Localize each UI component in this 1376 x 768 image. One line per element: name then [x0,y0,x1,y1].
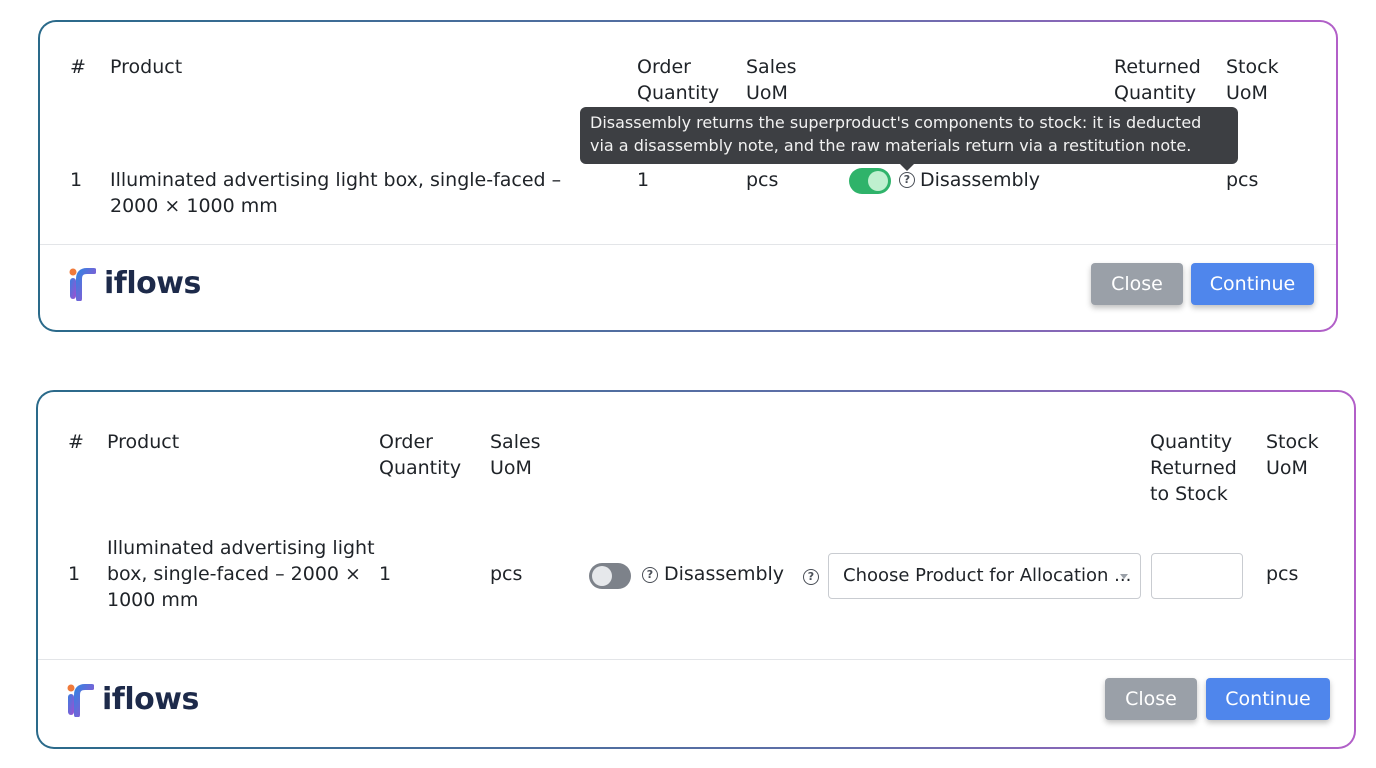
product-name: Illuminated advertising light box, singl… [110,169,562,217]
help-circle-icon[interactable]: ? [899,172,915,188]
row-number: 1 [70,169,83,191]
iflows-logo: iflows [66,682,199,717]
disassembly-toggle[interactable] [589,563,631,589]
column-header-product: Product [110,56,183,78]
product-name: Illuminated advertising light box, singl… [107,537,375,611]
help-circle-icon[interactable]: ? [642,567,658,583]
toggle-knob [868,171,888,191]
tooltip-arrow [900,164,914,171]
stock-uom-value: pcs [1226,169,1259,191]
disassembly-tooltip: Disassembly returns the superproduct's c… [580,107,1238,171]
disassembly-dialog-enabled: # Product Order Quantity Sales UoM Retur… [38,20,1338,332]
allocation-product-select[interactable]: Choose Product for Allocation ... [828,553,1141,599]
continue-button[interactable]: Continue [1206,678,1330,720]
column-header-stock-uom: Stock UoM [1266,431,1319,479]
allocation-help-icon[interactable]: ? [803,569,819,585]
column-header-returned-quantity: Returned Quantity [1114,56,1201,104]
row-number: 1 [68,563,81,585]
brand-name: iflows [102,682,199,717]
close-button[interactable]: Close [1091,263,1183,305]
column-header-stock-uom: Stock UoM [1226,56,1279,104]
stock-uom-value: pcs [1266,563,1299,585]
allocation-placeholder: Choose Product for Allocation ... [843,565,1132,586]
quantity-returned-input[interactable] [1151,553,1243,599]
column-header-number: # [68,431,84,453]
tooltip-text: Disassembly returns the superproduct's c… [590,113,1202,155]
footer-divider [40,244,1336,245]
column-header-number: # [70,56,86,78]
sales-uom-value: pcs [746,169,779,191]
brand-name: iflows [104,266,201,301]
iflows-logo-icon [67,683,94,717]
close-button[interactable]: Close [1105,678,1197,720]
chevron-down-icon [1120,574,1128,579]
disassembly-toggle[interactable] [849,168,891,194]
footer-divider [38,659,1354,660]
column-header-sales-uom: Sales UoM [746,56,797,104]
iflows-logo-icon [69,267,96,301]
order-quantity-value: 1 [379,563,392,585]
disassembly-label: Disassembly [920,169,1041,191]
sales-uom-value: pcs [490,563,523,585]
disassembly-dialog-disabled: # Product Order Quantity Sales UoM Quant… [36,390,1356,749]
iflows-logo: iflows [68,266,201,301]
toggle-knob [592,566,612,586]
disassembly-label: Disassembly [664,563,785,585]
column-header-order-quantity: Order Quantity [637,56,720,104]
order-quantity-value: 1 [637,169,650,191]
column-header-sales-uom: Sales UoM [490,431,541,479]
column-header-order-quantity: Order Quantity [379,431,462,479]
column-header-product: Product [107,431,180,453]
column-header-quantity-returned: Quantity Returned to Stock [1150,431,1237,505]
continue-button[interactable]: Continue [1191,263,1314,305]
